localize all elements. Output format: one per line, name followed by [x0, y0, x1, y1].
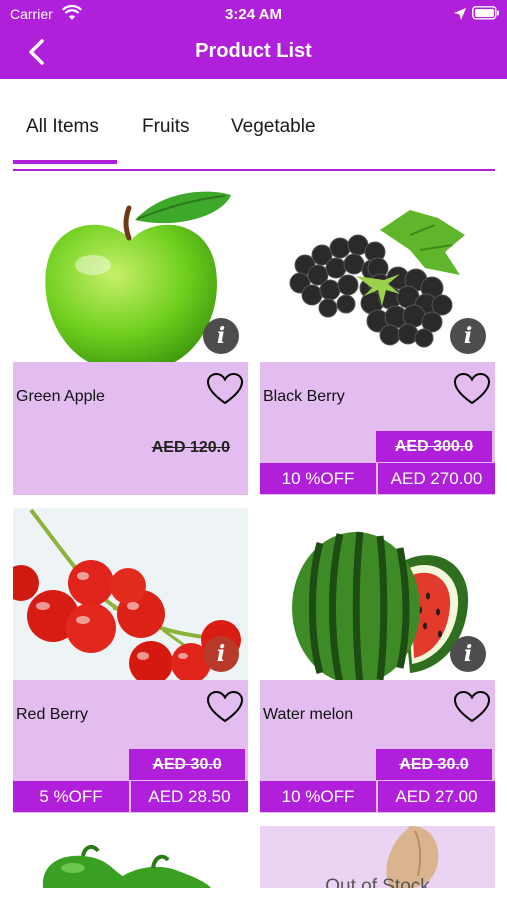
- product-image: i: [13, 190, 248, 362]
- product-info-panel: Red Berry AED 30.0 5 %OFF AED 28.50: [13, 680, 248, 813]
- location-arrow-icon: [454, 8, 466, 20]
- original-price: AED 120.0: [151, 439, 230, 456]
- product-image: i: [260, 190, 495, 362]
- status-bar: Carrier 3:24 AM: [0, 0, 507, 28]
- sale-price: AED 28.50: [131, 781, 248, 812]
- product-name: Green Apple: [16, 388, 105, 405]
- product-image: i: [13, 508, 248, 680]
- page-title: Product List: [195, 40, 312, 62]
- original-price: AED 30.0: [376, 749, 492, 780]
- product-name: Red Berry: [16, 706, 89, 723]
- product-image: Out of Stock: [260, 826, 495, 888]
- heart-icon[interactable]: [453, 690, 491, 724]
- tab-vegetable[interactable]: Vegetable: [231, 116, 316, 138]
- discount-badge: 5 %OFF: [13, 781, 129, 812]
- heart-icon[interactable]: [206, 372, 244, 406]
- product-image: i: [260, 508, 495, 680]
- product-image: [13, 826, 248, 888]
- green-pepper-icon: [42, 844, 212, 888]
- product-info-panel: Black Berry AED 300.0 10 %OFF AED 270.00: [260, 362, 495, 495]
- status-time: 3:24 AM: [225, 6, 282, 23]
- app-header: Carrier 3:24 AM Product List: [0, 0, 507, 79]
- sale-price: AED 27.00: [378, 781, 495, 812]
- info-icon[interactable]: i: [450, 318, 486, 354]
- discount-badge: 10 %OFF: [260, 781, 376, 812]
- tabs-divider: [13, 169, 495, 171]
- original-price: AED 300.0: [376, 431, 492, 462]
- info-icon[interactable]: i: [203, 636, 239, 672]
- product-info-panel: Water melon AED 30.0 10 %OFF AED 27.00: [260, 680, 495, 813]
- info-icon[interactable]: i: [450, 636, 486, 672]
- info-icon[interactable]: i: [203, 318, 239, 354]
- tab-fruits[interactable]: Fruits: [142, 116, 190, 138]
- discount-badge: 10 %OFF: [260, 463, 376, 494]
- battery-icon: [472, 6, 499, 20]
- original-price: AED 30.0: [129, 749, 245, 780]
- heart-icon[interactable]: [453, 372, 491, 406]
- product-name: Water melon: [263, 706, 354, 723]
- product-info-panel: Green Apple AED 120.0: [13, 362, 248, 495]
- tab-all-items[interactable]: All Items: [26, 116, 99, 138]
- active-tab-indicator: [13, 160, 117, 164]
- category-tabs: All Items Fruits Vegetable: [0, 79, 507, 174]
- heart-icon[interactable]: [206, 690, 244, 724]
- out-of-stock-label: Out of Stock: [325, 876, 430, 888]
- product-name: Black Berry: [263, 388, 345, 405]
- sale-price: AED 270.00: [378, 463, 495, 494]
